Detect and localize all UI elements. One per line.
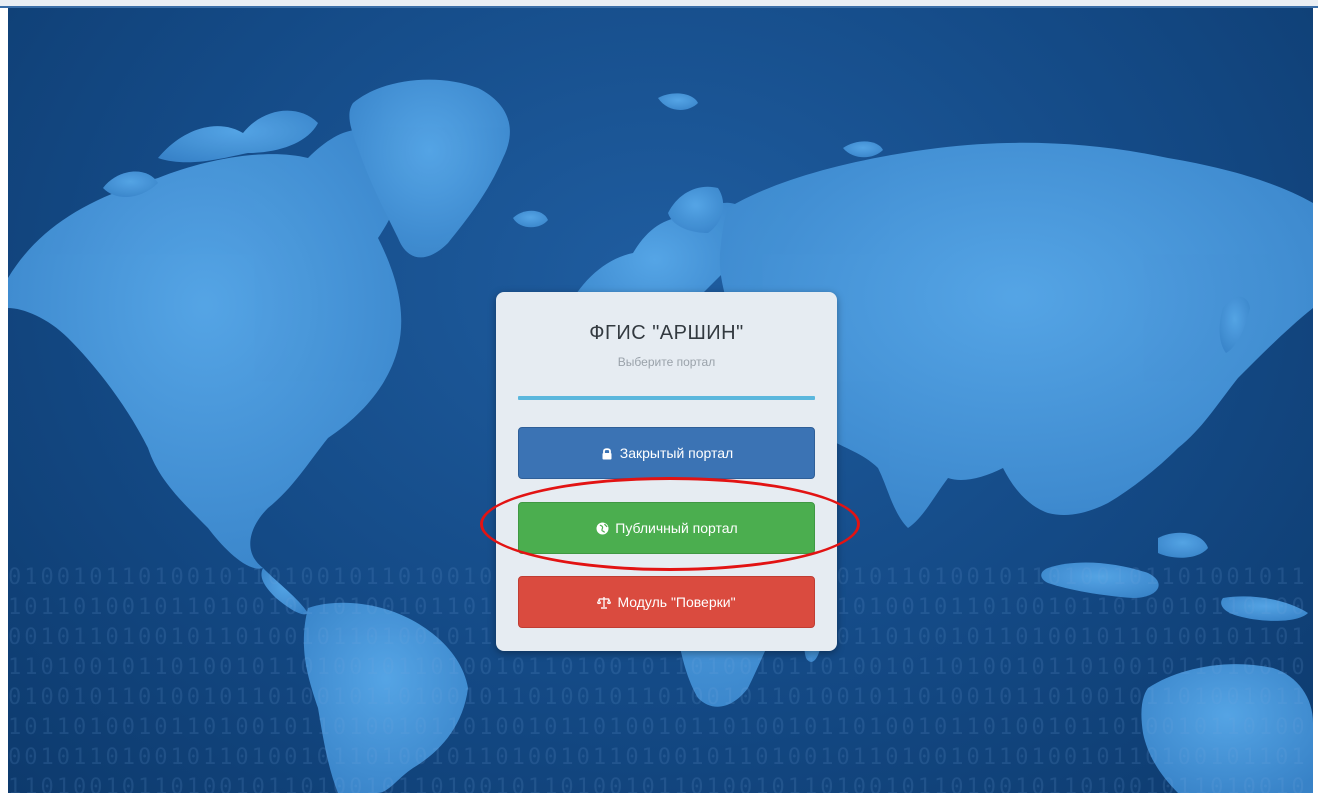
southeast-asia-islands-shape bbox=[1041, 562, 1159, 598]
top-browser-strip bbox=[0, 0, 1318, 8]
public-portal-label: Публичный портал bbox=[615, 520, 738, 536]
public-portal-button[interactable]: Публичный портал bbox=[518, 502, 815, 554]
north-america-shape bbox=[8, 129, 402, 569]
verification-module-label: Модуль "Поверки" bbox=[617, 594, 736, 610]
south-america-shape bbox=[303, 602, 468, 793]
verification-module-button[interactable]: Модуль "Поверки" bbox=[518, 576, 815, 628]
arctic-islands-shape bbox=[158, 110, 318, 163]
card-title: ФГИС "АРШИН" bbox=[589, 322, 744, 344]
closed-portal-label: Закрытый портал bbox=[619, 445, 734, 461]
australia-shape bbox=[1141, 664, 1313, 793]
globe-icon bbox=[595, 521, 609, 535]
central-america-shape bbox=[261, 568, 308, 615]
lock-icon bbox=[600, 446, 614, 460]
portal-selection-card: ФГИС "АРШИН" Выберите портал Закрытый по… bbox=[496, 292, 837, 651]
closed-portal-button[interactable]: Закрытый портал bbox=[518, 427, 815, 479]
balance-scale-icon bbox=[597, 595, 612, 609]
card-divider bbox=[518, 396, 815, 400]
card-subtitle: Выберите портал bbox=[617, 355, 716, 369]
